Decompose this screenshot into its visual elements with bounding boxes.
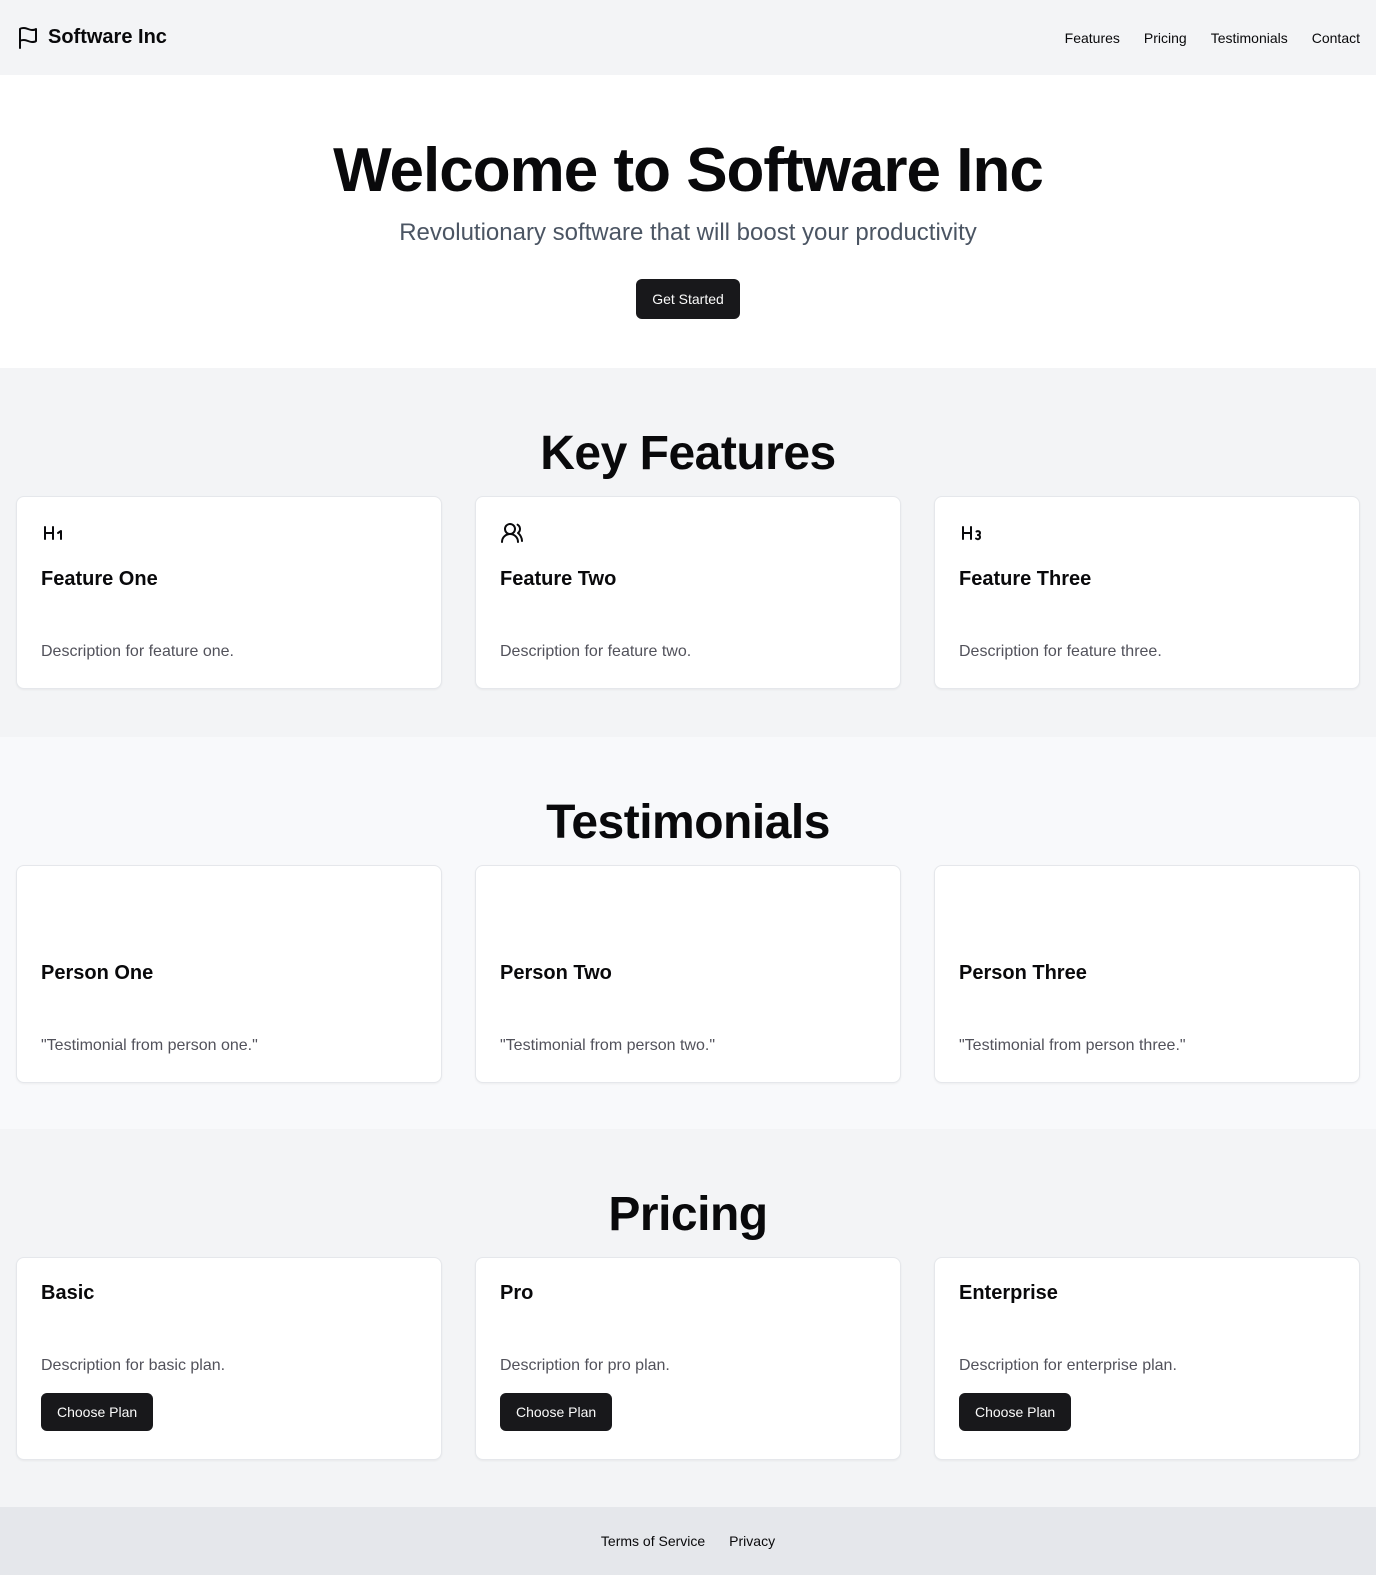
hero-title: Welcome to Software Inc xyxy=(333,136,1044,205)
testimonials-section: Testimonials Person One "Testimonial fro… xyxy=(0,737,1376,1129)
nav-link-testimonials[interactable]: Testimonials xyxy=(1211,30,1288,46)
pricing-section: Pricing Basic Description for basic plan… xyxy=(0,1129,1376,1507)
pricing-title: Pricing xyxy=(608,1188,768,1241)
feature-title: Feature Two xyxy=(500,568,617,590)
testimonial-quote: "Testimonial from person two." xyxy=(500,1037,715,1054)
plan-name: Enterprise xyxy=(959,1282,1058,1304)
feature-card: Feature One Description for feature one. xyxy=(16,496,442,689)
nav-link-features[interactable]: Features xyxy=(1065,30,1120,46)
main-nav: Features Pricing Testimonials Contact xyxy=(1065,30,1360,46)
pricing-cards: Basic Description for basic plan. Choose… xyxy=(16,1257,1360,1460)
nav-link-contact[interactable]: Contact xyxy=(1312,30,1360,46)
privacy-link[interactable]: Privacy xyxy=(729,1533,775,1549)
testimonial-name: Person Two xyxy=(500,962,612,984)
plan-description: Description for pro plan. xyxy=(500,1357,670,1374)
heading-3-icon xyxy=(959,521,1335,545)
feature-description: Description for feature one. xyxy=(41,643,234,660)
terms-of-service-link[interactable]: Terms of Service xyxy=(601,1533,705,1549)
testimonial-cards: Person One "Testimonial from person one.… xyxy=(16,865,1360,1083)
pricing-card: Enterprise Description for enterprise pl… xyxy=(934,1257,1360,1460)
users-icon xyxy=(500,521,876,545)
feature-description: Description for feature three. xyxy=(959,643,1162,660)
get-started-button[interactable]: Get Started xyxy=(636,279,740,320)
site-footer: Terms of Service Privacy xyxy=(0,1507,1376,1575)
testimonial-quote: "Testimonial from person one." xyxy=(41,1037,258,1054)
heading-1-icon xyxy=(41,521,417,545)
hero-subtitle: Revolutionary software that will boost y… xyxy=(399,219,977,247)
choose-plan-button[interactable]: Choose Plan xyxy=(500,1393,613,1431)
nav-link-pricing[interactable]: Pricing xyxy=(1144,30,1187,46)
plan-description: Description for basic plan. xyxy=(41,1357,226,1374)
feature-card: Feature Two Description for feature two. xyxy=(475,496,901,689)
feature-title: Feature Three xyxy=(959,568,1092,590)
feature-cards: Feature One Description for feature one.… xyxy=(16,496,1360,689)
brand-link[interactable]: Software Inc xyxy=(16,26,167,50)
plan-description: Description for enterprise plan. xyxy=(959,1357,1177,1374)
testimonial-name: Person One xyxy=(41,962,154,984)
testimonial-quote: "Testimonial from person three." xyxy=(959,1037,1186,1054)
plan-name: Pro xyxy=(500,1282,534,1304)
plan-name: Basic xyxy=(41,1282,95,1304)
testimonial-card: Person Three "Testimonial from person th… xyxy=(934,865,1360,1083)
pricing-card: Basic Description for basic plan. Choose… xyxy=(16,1257,442,1460)
testimonial-card: Person Two "Testimonial from person two.… xyxy=(475,865,901,1083)
choose-plan-button[interactable]: Choose Plan xyxy=(41,1393,154,1431)
feature-description: Description for feature two. xyxy=(500,643,692,660)
features-section: Key Features Feature One Description for… xyxy=(0,368,1376,737)
choose-plan-button[interactable]: Choose Plan xyxy=(959,1393,1072,1431)
testimonial-card: Person One "Testimonial from person one.… xyxy=(16,865,442,1083)
testimonial-name: Person Three xyxy=(959,962,1087,984)
testimonials-title: Testimonials xyxy=(546,796,830,849)
feature-card: Feature Three Description for feature th… xyxy=(934,496,1360,689)
flag-icon xyxy=(16,26,40,50)
hero-section: Welcome to Software Inc Revolutionary so… xyxy=(0,75,1376,368)
brand-name: Software Inc xyxy=(48,26,167,48)
feature-title: Feature One xyxy=(41,568,158,590)
site-header: Software Inc Features Pricing Testimonia… xyxy=(0,0,1376,75)
pricing-card: Pro Description for pro plan. Choose Pla… xyxy=(475,1257,901,1460)
features-title: Key Features xyxy=(540,427,836,480)
